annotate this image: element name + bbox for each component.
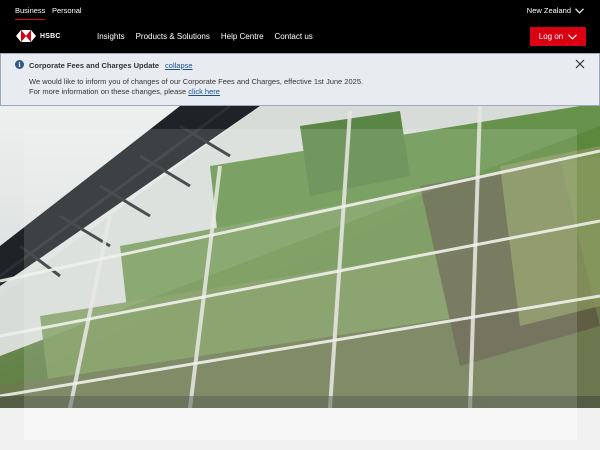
chevron-down-icon xyxy=(575,7,584,14)
hero-content-card xyxy=(24,129,577,408)
nav-link-help-centre[interactable]: Help Centre xyxy=(221,32,264,41)
log-on-button[interactable]: Log on xyxy=(530,27,586,46)
notice-line-2: For more information on these changes, p… xyxy=(29,87,363,97)
click-here-link[interactable]: click here xyxy=(188,87,220,96)
below-hero-area xyxy=(0,408,600,450)
region-selector[interactable]: New Zealand xyxy=(527,6,584,15)
chevron-down-icon xyxy=(568,33,578,40)
content-panel xyxy=(24,408,577,440)
notice-body: We would like to inform you of changes o… xyxy=(29,77,363,97)
hero-banner xyxy=(0,106,600,408)
fees-notice-banner: i Corporate Fees and Charges Update coll… xyxy=(0,53,600,106)
hsbc-logo[interactable]: HSBC xyxy=(16,30,61,42)
main-nav: HSBC Insights Products & Solutions Help … xyxy=(0,20,600,53)
notice-title: Corporate Fees and Charges Update xyxy=(29,61,160,70)
nav-link-products-solutions[interactable]: Products & Solutions xyxy=(136,32,210,41)
nav-link-insights[interactable]: Insights xyxy=(97,32,125,41)
info-icon: i xyxy=(15,60,24,69)
notice-line-2-text: For more information on these changes, p… xyxy=(29,87,187,96)
log-on-label: Log on xyxy=(538,32,564,41)
segment-business[interactable]: Business xyxy=(15,6,46,21)
collapse-link[interactable]: collapse xyxy=(165,61,193,70)
notice-title-row: Corporate Fees and Charges Update collap… xyxy=(29,61,193,70)
top-utility-bar: Business Personal New Zealand xyxy=(0,0,600,21)
nav-links: Insights Products & Solutions Help Centr… xyxy=(97,32,313,41)
notice-line-1: We would like to inform you of changes o… xyxy=(29,77,364,86)
logo-text: HSBC xyxy=(40,32,61,40)
segment-personal[interactable]: Personal xyxy=(52,6,82,15)
nav-link-contact-us[interactable]: Contact us xyxy=(275,32,313,41)
region-label: New Zealand xyxy=(526,6,571,15)
hsbc-hexagon-logo-icon xyxy=(16,30,36,42)
close-icon[interactable] xyxy=(575,59,585,69)
